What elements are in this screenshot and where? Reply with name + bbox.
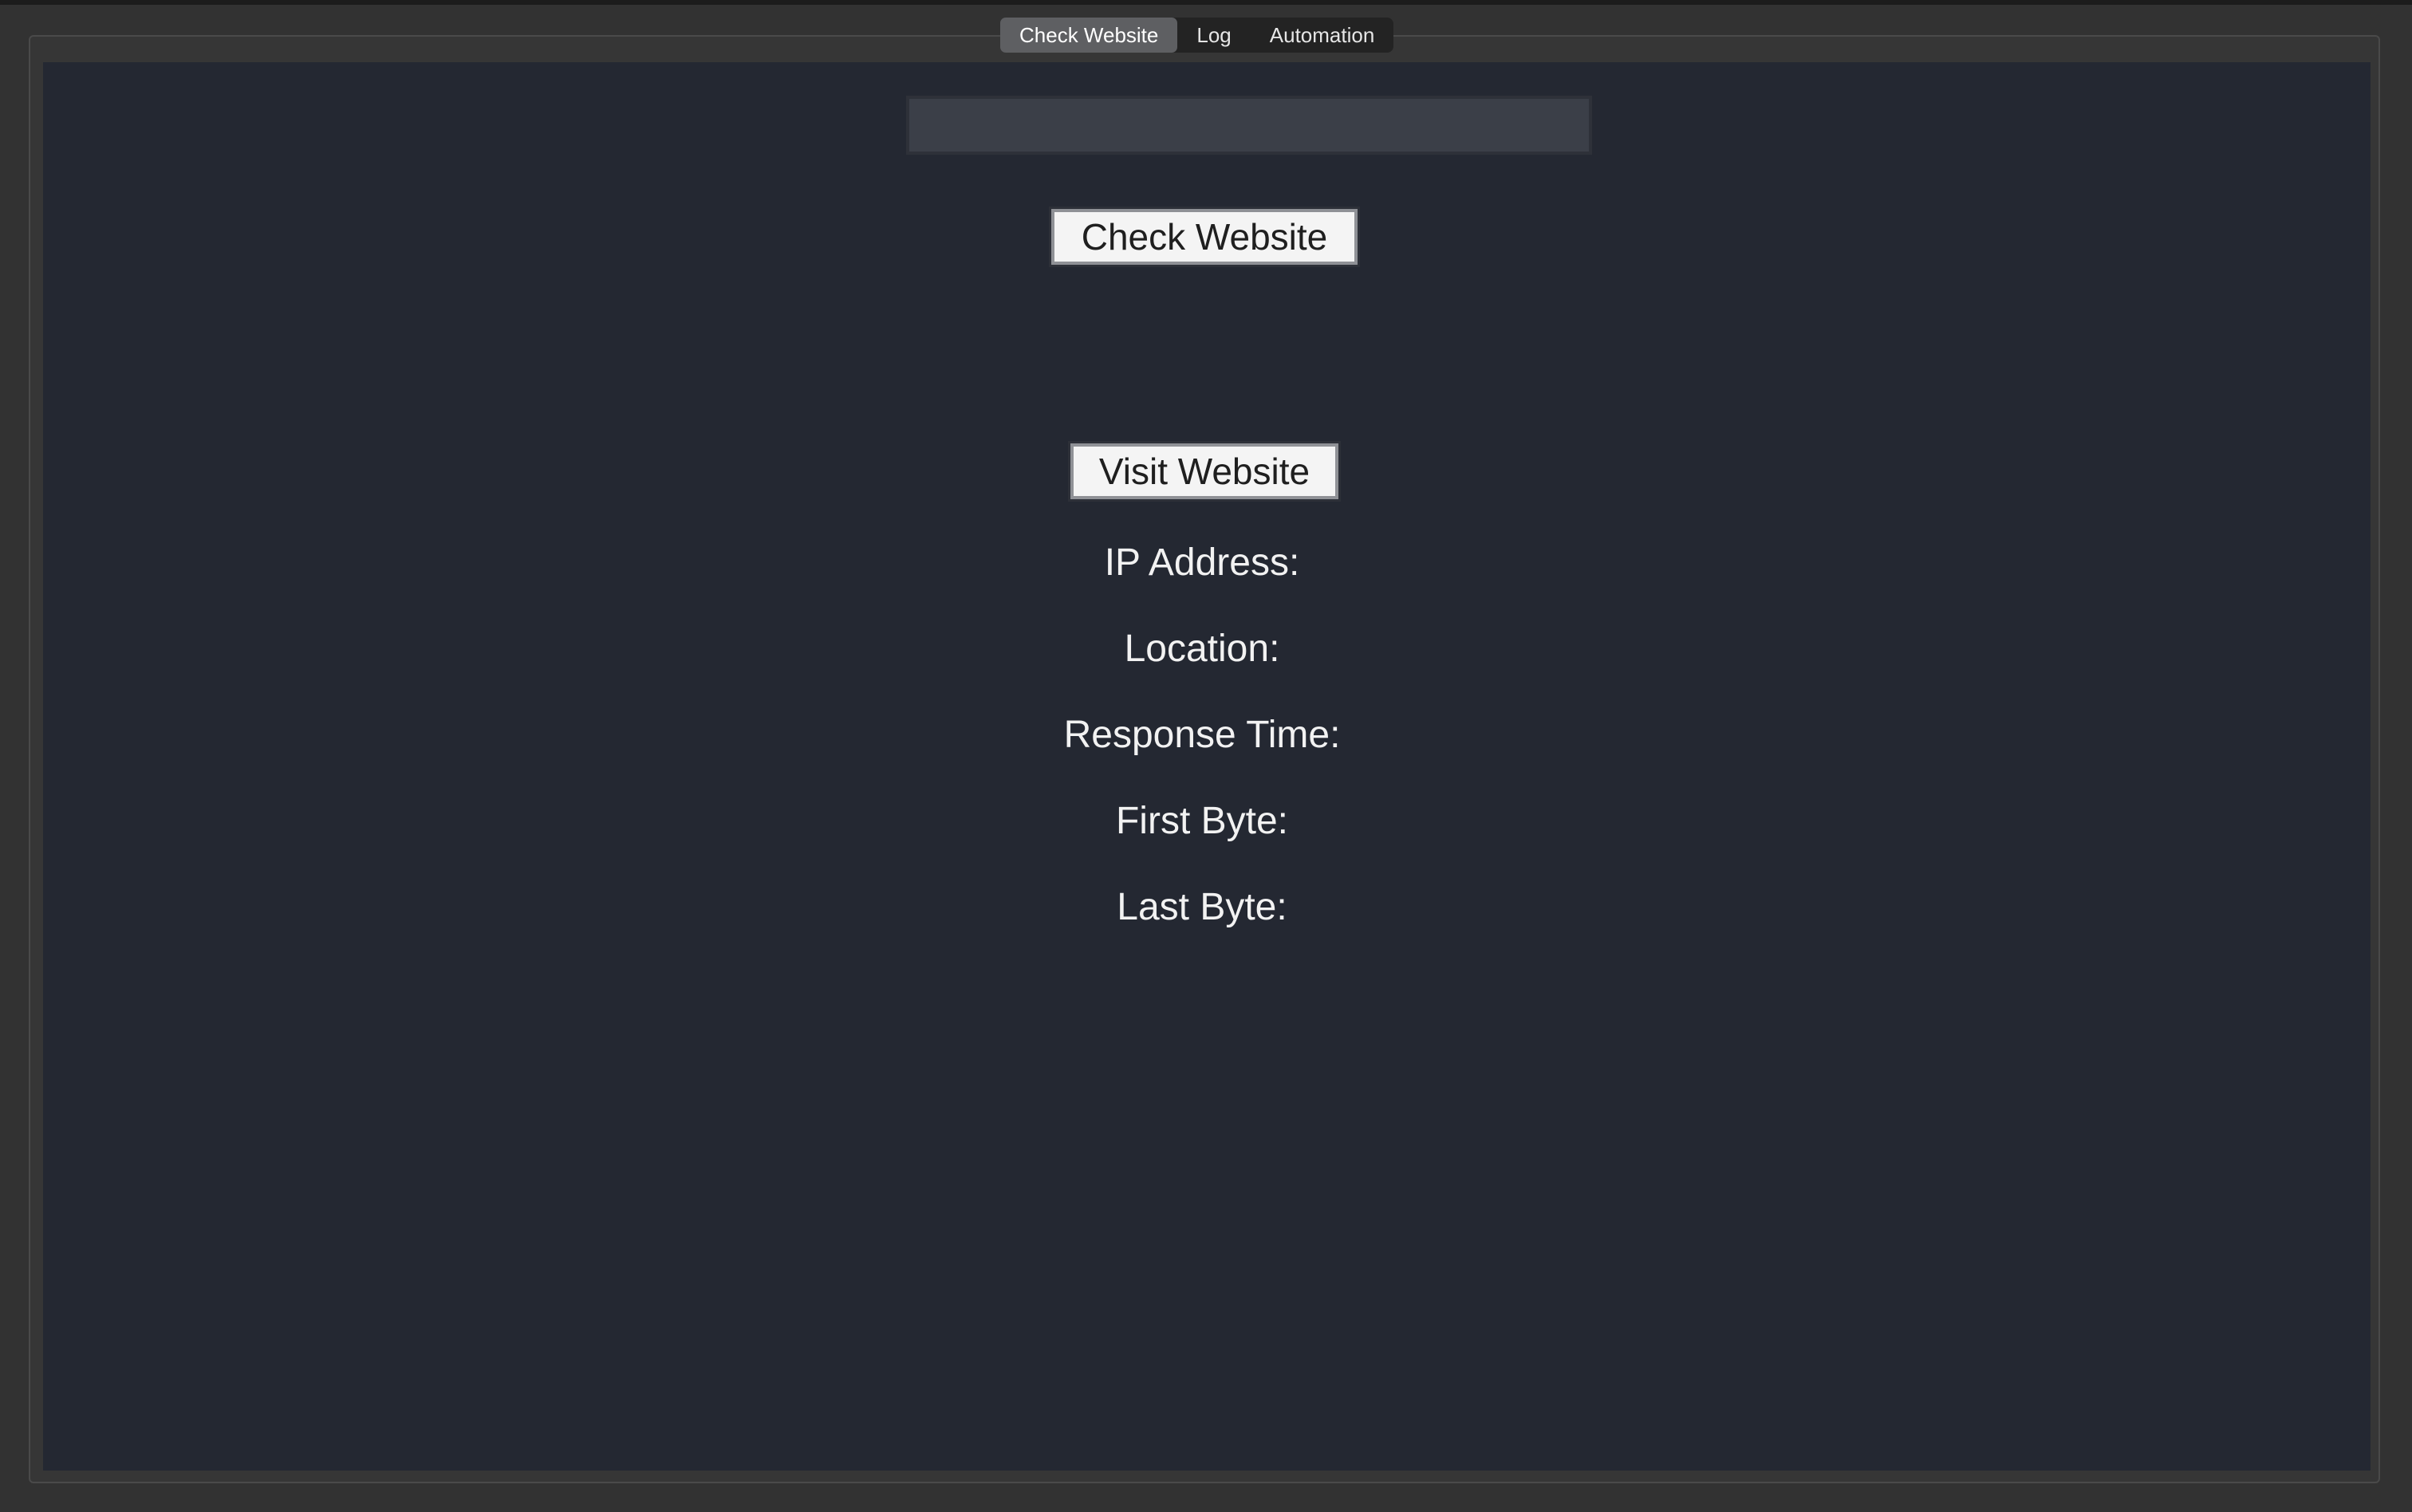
response-time-label: Response Time:	[1063, 714, 1341, 756]
website-url-input[interactable]	[906, 96, 1592, 155]
last-byte-label: Last Byte:	[1117, 886, 1287, 928]
check-website-panel: Check Website Visit Website IP Address: …	[43, 62, 2371, 1471]
ip-address-label: IP Address:	[1104, 541, 1300, 584]
first-byte-label: First Byte:	[1115, 800, 1289, 842]
visit-website-button[interactable]: Visit Website	[1070, 443, 1338, 499]
check-website-button[interactable]: Check Website	[1051, 209, 1358, 265]
tab-check-website[interactable]: Check Website	[1000, 18, 1178, 53]
window-top-edge	[0, 0, 2412, 5]
tab-log[interactable]: Log	[1177, 18, 1250, 53]
location-label: Location:	[1124, 628, 1280, 670]
tab-automation[interactable]: Automation	[1251, 18, 1394, 53]
tab-bar: Check Website Log Automation	[1000, 18, 1394, 53]
